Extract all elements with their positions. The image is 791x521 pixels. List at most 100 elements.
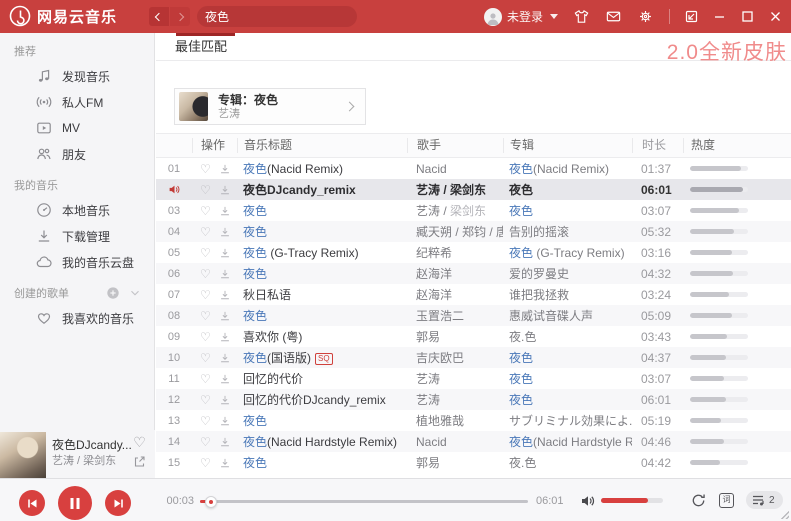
user-menu[interactable]: 未登录	[484, 8, 558, 26]
like-icon[interactable]: ♡	[200, 289, 211, 301]
maximize-icon[interactable]	[741, 10, 754, 23]
sidebar-item-fm[interactable]: 私人FM	[0, 89, 154, 115]
like-icon[interactable]: ♡	[200, 247, 211, 259]
download-icon[interactable]	[219, 331, 231, 343]
like-icon[interactable]: ♡	[200, 310, 211, 322]
like-icon[interactable]: ♡	[200, 415, 211, 427]
chevron-right-icon[interactable]	[345, 102, 355, 112]
song-artist[interactable]: 艺涛 / 梁剑东	[407, 202, 503, 219]
table-row[interactable]: 07♡秋日私语赵海洋谁把我拯救03:24	[156, 284, 791, 305]
resize-handle[interactable]	[779, 509, 789, 519]
song-title[interactable]: 夜色(Nacid Hardstyle Remix)	[237, 433, 407, 450]
table-row[interactable]: 06♡夜色赵海洋爱的罗曼史04:32	[156, 263, 791, 284]
table-row[interactable]: 11♡回忆的代价艺涛夜色03:07	[156, 368, 791, 389]
chevron-down-icon[interactable]	[128, 286, 142, 300]
song-artist[interactable]: 赵海洋	[407, 286, 503, 303]
table-row[interactable]: 05♡夜色 (G-Tracy Remix)纪粹希夜色 (G-Tracy Remi…	[156, 242, 791, 263]
download-icon[interactable]	[219, 373, 231, 385]
lyrics-icon[interactable]: 词	[719, 493, 734, 508]
volume-icon[interactable]	[580, 493, 596, 509]
song-title[interactable]: 夜色 (G-Tracy Remix)	[237, 244, 407, 261]
song-artist[interactable]: 艺涛	[407, 370, 503, 387]
loop-icon[interactable]	[690, 492, 707, 509]
like-icon[interactable]: ♡	[200, 394, 211, 406]
download-icon[interactable]	[219, 205, 231, 217]
playlist-button[interactable]: 2	[746, 491, 783, 509]
table-row[interactable]: ♡夜色DJcandy_remix艺涛 / 梁剑东夜色06:01	[156, 179, 791, 200]
sidebar-item-liked-music[interactable]: 我喜欢的音乐	[0, 305, 154, 331]
song-title[interactable]: 夜色	[237, 307, 407, 324]
search-input[interactable]	[205, 10, 360, 24]
download-icon[interactable]	[219, 394, 231, 406]
download-icon[interactable]	[219, 436, 231, 448]
like-icon[interactable]: ♡	[200, 226, 211, 238]
song-artist[interactable]: Nacid	[407, 162, 503, 176]
sidebar-item-download-manager[interactable]: 下载管理	[0, 223, 154, 249]
download-icon[interactable]	[219, 226, 231, 238]
download-icon[interactable]	[219, 268, 231, 280]
song-title[interactable]: 夜色(国语版)SQ	[237, 349, 407, 366]
song-title[interactable]: 夜色	[237, 454, 407, 471]
like-icon[interactable]: ♡	[200, 436, 211, 448]
sidebar-item-music-cloud-disk[interactable]: 我的音乐云盘	[0, 249, 154, 275]
song-title[interactable]: 回忆的代价	[237, 370, 407, 387]
table-row[interactable]: 01♡夜色(Nacid Remix)Nacid夜色(Nacid Remix)01…	[156, 158, 791, 179]
song-album[interactable]: 夜色(Nacid Hardstyle R...	[503, 433, 632, 450]
song-album[interactable]: 夜色	[503, 202, 632, 219]
sidebar-item-local-music[interactable]: 本地音乐	[0, 197, 154, 223]
download-icon[interactable]	[219, 163, 231, 175]
like-icon[interactable]: ♡	[200, 268, 211, 280]
download-icon[interactable]	[219, 415, 231, 427]
sidebar-item-discover[interactable]: 发现音乐	[0, 63, 154, 89]
song-album[interactable]: 夜色	[503, 370, 632, 387]
song-title[interactable]: 夜色DJcandy_remix	[237, 181, 407, 198]
table-row[interactable]: 04♡夜色臧天朔 / 郑钧 / 唐...告别的摇滚05:32	[156, 221, 791, 242]
volume-slider[interactable]	[601, 498, 663, 503]
table-row[interactable]: 08♡夜色玉置浩二惠威试音碟人声05:09	[156, 305, 791, 326]
like-icon[interactable]: ♡	[200, 373, 211, 385]
song-title[interactable]: 夜色	[237, 265, 407, 282]
best-match-album-card[interactable]: 专辑：夜色 艺涛	[174, 88, 366, 125]
song-album[interactable]: 惠威试音碟人声	[503, 307, 632, 324]
share-icon[interactable]	[133, 455, 146, 468]
song-album[interactable]: 夜色	[503, 349, 632, 366]
sidebar-item-friends[interactable]: 朋友	[0, 141, 154, 167]
now-playing-cover[interactable]	[0, 432, 46, 484]
song-artist[interactable]: 纪粹希	[407, 244, 503, 261]
next-button[interactable]	[105, 490, 131, 516]
close-icon[interactable]	[769, 10, 782, 23]
song-album[interactable]: 爱的罗曼史	[503, 265, 632, 282]
like-icon[interactable]: ♡	[200, 352, 211, 364]
song-album[interactable]: 告别的摇滚	[503, 223, 632, 240]
table-row[interactable]: 15♡夜色郭易夜.色04:42	[156, 452, 791, 473]
shirt-skin-icon[interactable]	[573, 8, 590, 25]
song-album[interactable]: 夜色	[503, 181, 632, 198]
like-icon[interactable]: ♡	[200, 457, 211, 469]
song-artist[interactable]: 艺涛	[407, 391, 503, 408]
song-album[interactable]: 夜.色	[503, 454, 632, 471]
table-row[interactable]: 13♡夜色植地雅哉サブリミナル効果によ...05:19	[156, 410, 791, 431]
song-album[interactable]: 谁把我拯救	[503, 286, 632, 303]
song-artist[interactable]: 吉庆欧巴	[407, 349, 503, 366]
progress-knob[interactable]	[205, 496, 217, 508]
like-icon[interactable]: ♡	[200, 205, 211, 217]
table-row[interactable]: 10♡夜色(国语版)SQ吉庆欧巴夜色04:37	[156, 347, 791, 368]
minimize-icon[interactable]	[713, 10, 726, 23]
song-artist[interactable]: 臧天朔 / 郑钧 / 唐...	[407, 223, 503, 240]
plus-icon[interactable]	[106, 286, 120, 300]
song-title[interactable]: 回忆的代价DJcandy_remix	[237, 391, 407, 408]
song-title[interactable]: 夜色	[237, 412, 407, 429]
song-artist[interactable]: 玉置浩二	[407, 307, 503, 324]
download-icon[interactable]	[219, 247, 231, 259]
song-artist[interactable]: 郭易	[407, 454, 503, 471]
song-artist[interactable]: 赵海洋	[407, 265, 503, 282]
song-title[interactable]: 夜色	[237, 223, 407, 240]
song-album[interactable]: 夜色(Nacid Remix)	[503, 160, 632, 177]
back-button[interactable]	[149, 7, 169, 26]
progress-slider[interactable]	[200, 500, 528, 503]
like-icon[interactable]: ♡	[200, 163, 211, 175]
now-playing-title[interactable]: 夜色DJcandy...	[52, 437, 132, 453]
pause-button[interactable]	[58, 486, 92, 520]
song-album[interactable]: サブリミナル効果によ...	[503, 412, 632, 429]
song-album[interactable]: 夜.色	[503, 328, 632, 345]
